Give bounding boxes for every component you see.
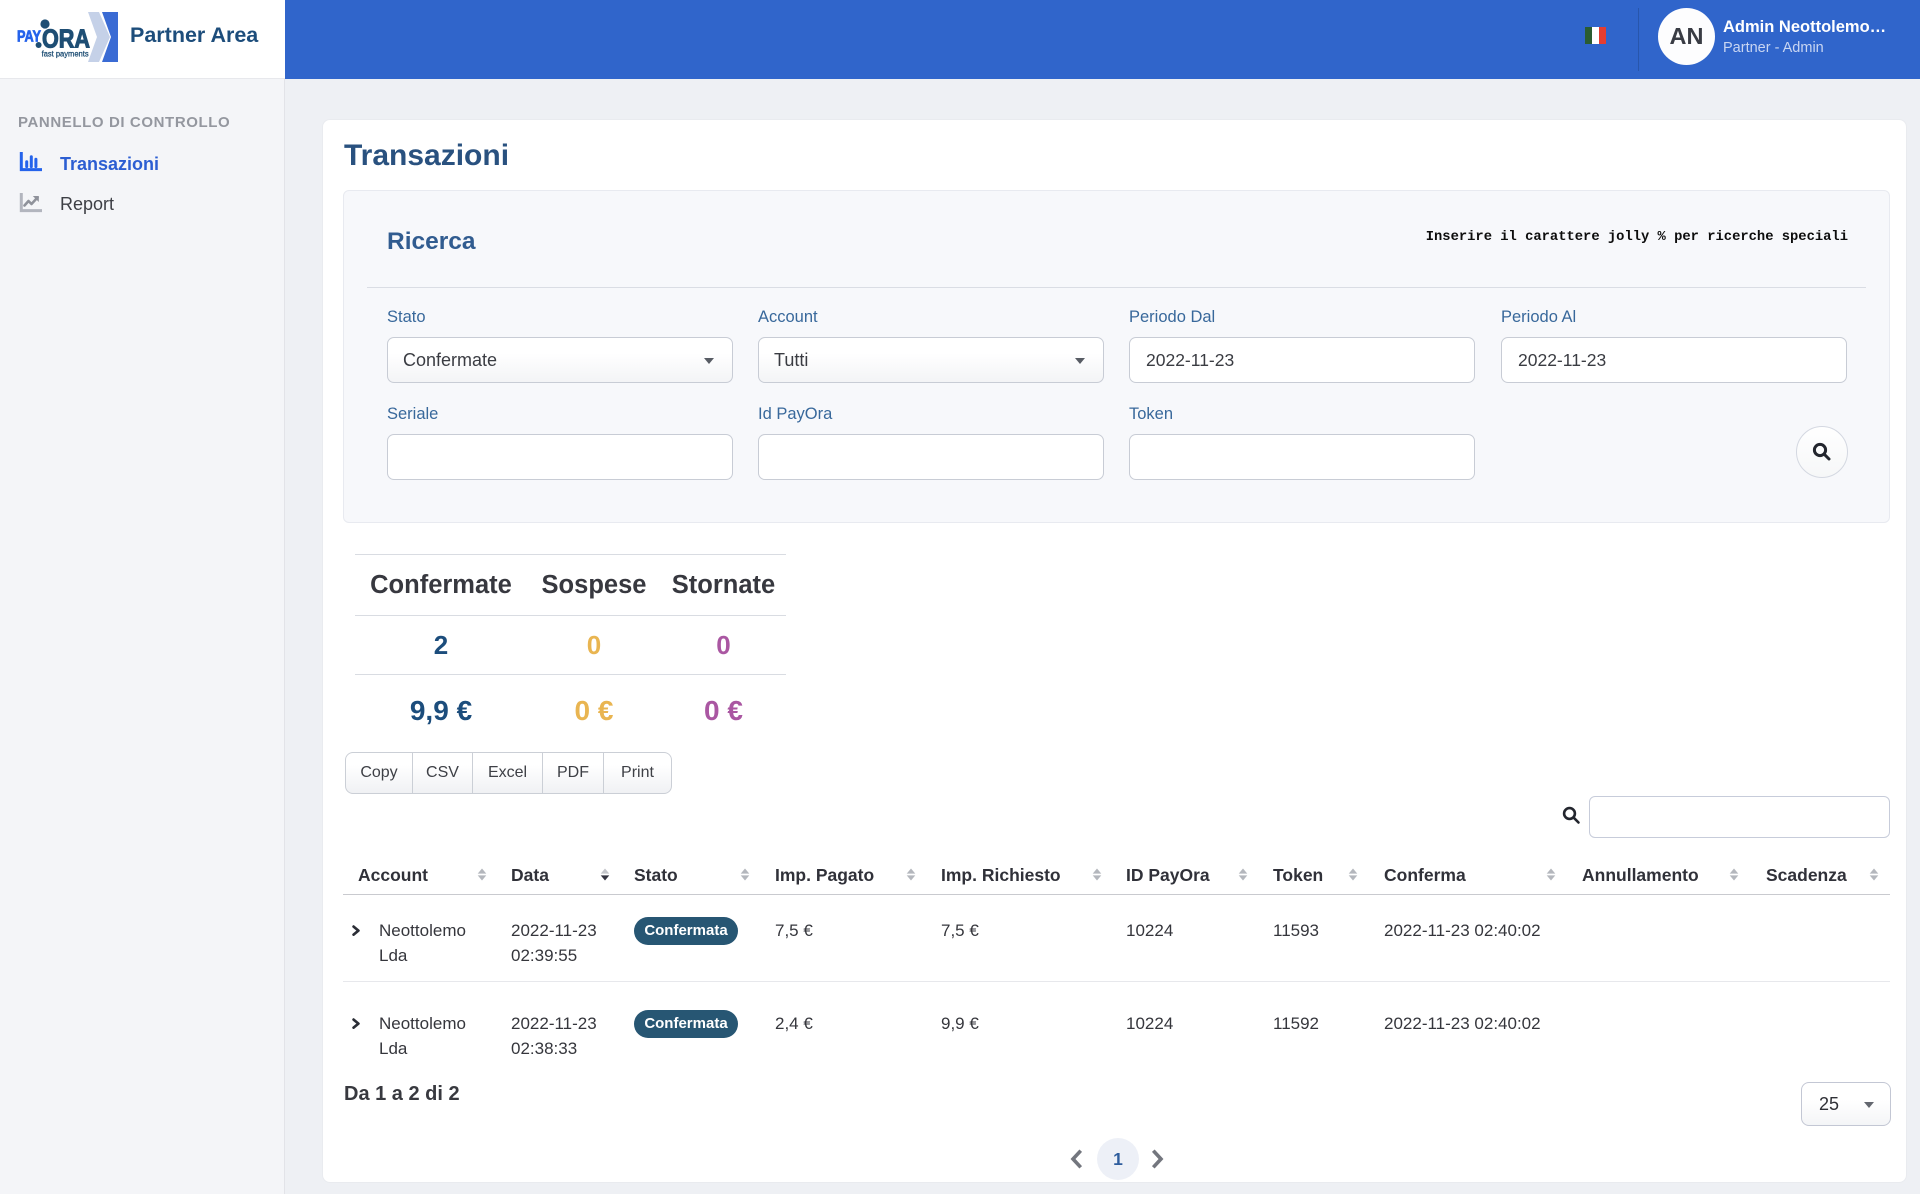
svg-text:fast payments: fast payments (42, 48, 89, 58)
